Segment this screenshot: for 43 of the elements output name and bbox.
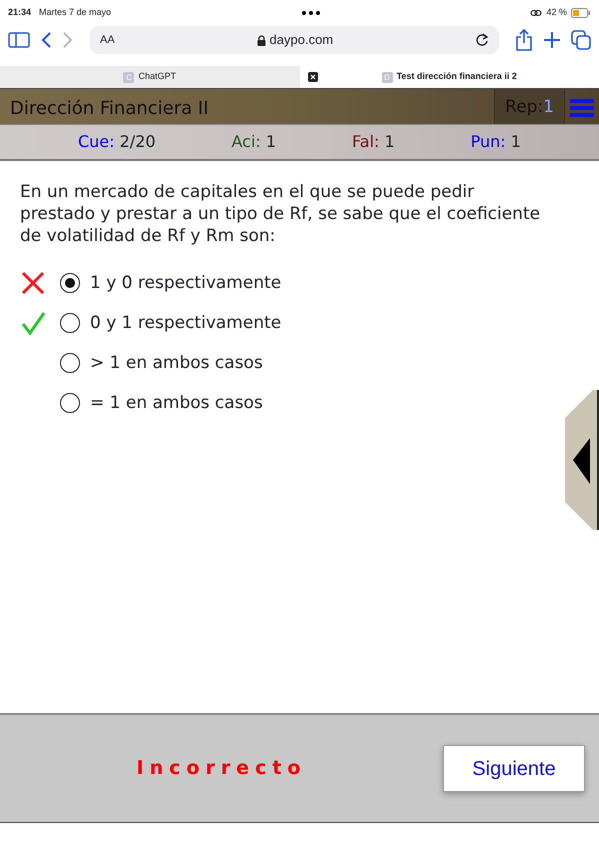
more-icon <box>301 10 322 16</box>
link-icon <box>530 9 542 17</box>
tab-label: Test dirección financiera ii 2 <box>396 70 517 84</box>
stat: Fal: 1 <box>352 131 395 153</box>
next-button[interactable]: Siguiente <box>443 745 585 792</box>
radio-button[interactable] <box>60 273 80 294</box>
radio-button[interactable] <box>60 393 80 414</box>
address-bar[interactable]: AA daypo.com <box>90 26 499 54</box>
reload-icon[interactable] <box>475 33 489 47</box>
status-date: Martes 7 de mayo <box>39 6 112 20</box>
battery-percent: 42 % <box>546 6 567 20</box>
previous-tab-handle[interactable] <box>565 390 599 530</box>
back-icon[interactable] <box>40 31 52 49</box>
favicon: D <box>382 72 393 82</box>
result-text: Incorrecto <box>136 757 306 780</box>
stat: Pun: 1 <box>470 131 521 153</box>
lock-icon <box>256 34 266 46</box>
stat: Aci: 1 <box>232 131 276 153</box>
radio-button[interactable] <box>60 353 80 374</box>
stat: Cue: 2/20 <box>78 131 156 153</box>
radio-button[interactable] <box>60 313 80 334</box>
question-text: En un mercado de capitales en el que se puede pedir prestado y prestar a un tipo de Rf, se sabe que el coeficiente de volatilidad de Rf y Rm son: <box>19 181 542 248</box>
option-label[interactable]: 0 y 1 respectivamente <box>90 310 282 336</box>
option-label[interactable]: = 1 en ambos casos <box>90 390 263 416</box>
tabs-icon[interactable] <box>571 30 591 50</box>
sidebar-icon[interactable] <box>8 32 30 48</box>
status-time: 21:34 <box>8 6 32 20</box>
browser-tab[interactable]: D Test dirección financiera ii 2 <box>300 66 599 88</box>
browser-tab[interactable]: C ChatGPT <box>0 66 300 88</box>
check-icon <box>20 310 46 336</box>
text-size-button[interactable]: AA <box>100 32 115 48</box>
repeat-counter: Rep:1 <box>494 89 565 124</box>
cross-icon <box>20 270 46 296</box>
close-icon[interactable] <box>308 72 318 82</box>
url-text: daypo.com <box>270 31 334 50</box>
battery-icon <box>571 8 591 18</box>
tab-label: ChatGPT <box>138 70 176 84</box>
option-label[interactable]: 1 y 0 respectivamente <box>90 270 282 296</box>
share-icon[interactable] <box>515 29 533 51</box>
quiz-title: Dirección Financiera II <box>9 97 210 121</box>
plus-icon[interactable] <box>543 31 561 49</box>
favicon: C <box>123 72 134 82</box>
option-label[interactable]: > 1 en ambos casos <box>90 350 263 376</box>
